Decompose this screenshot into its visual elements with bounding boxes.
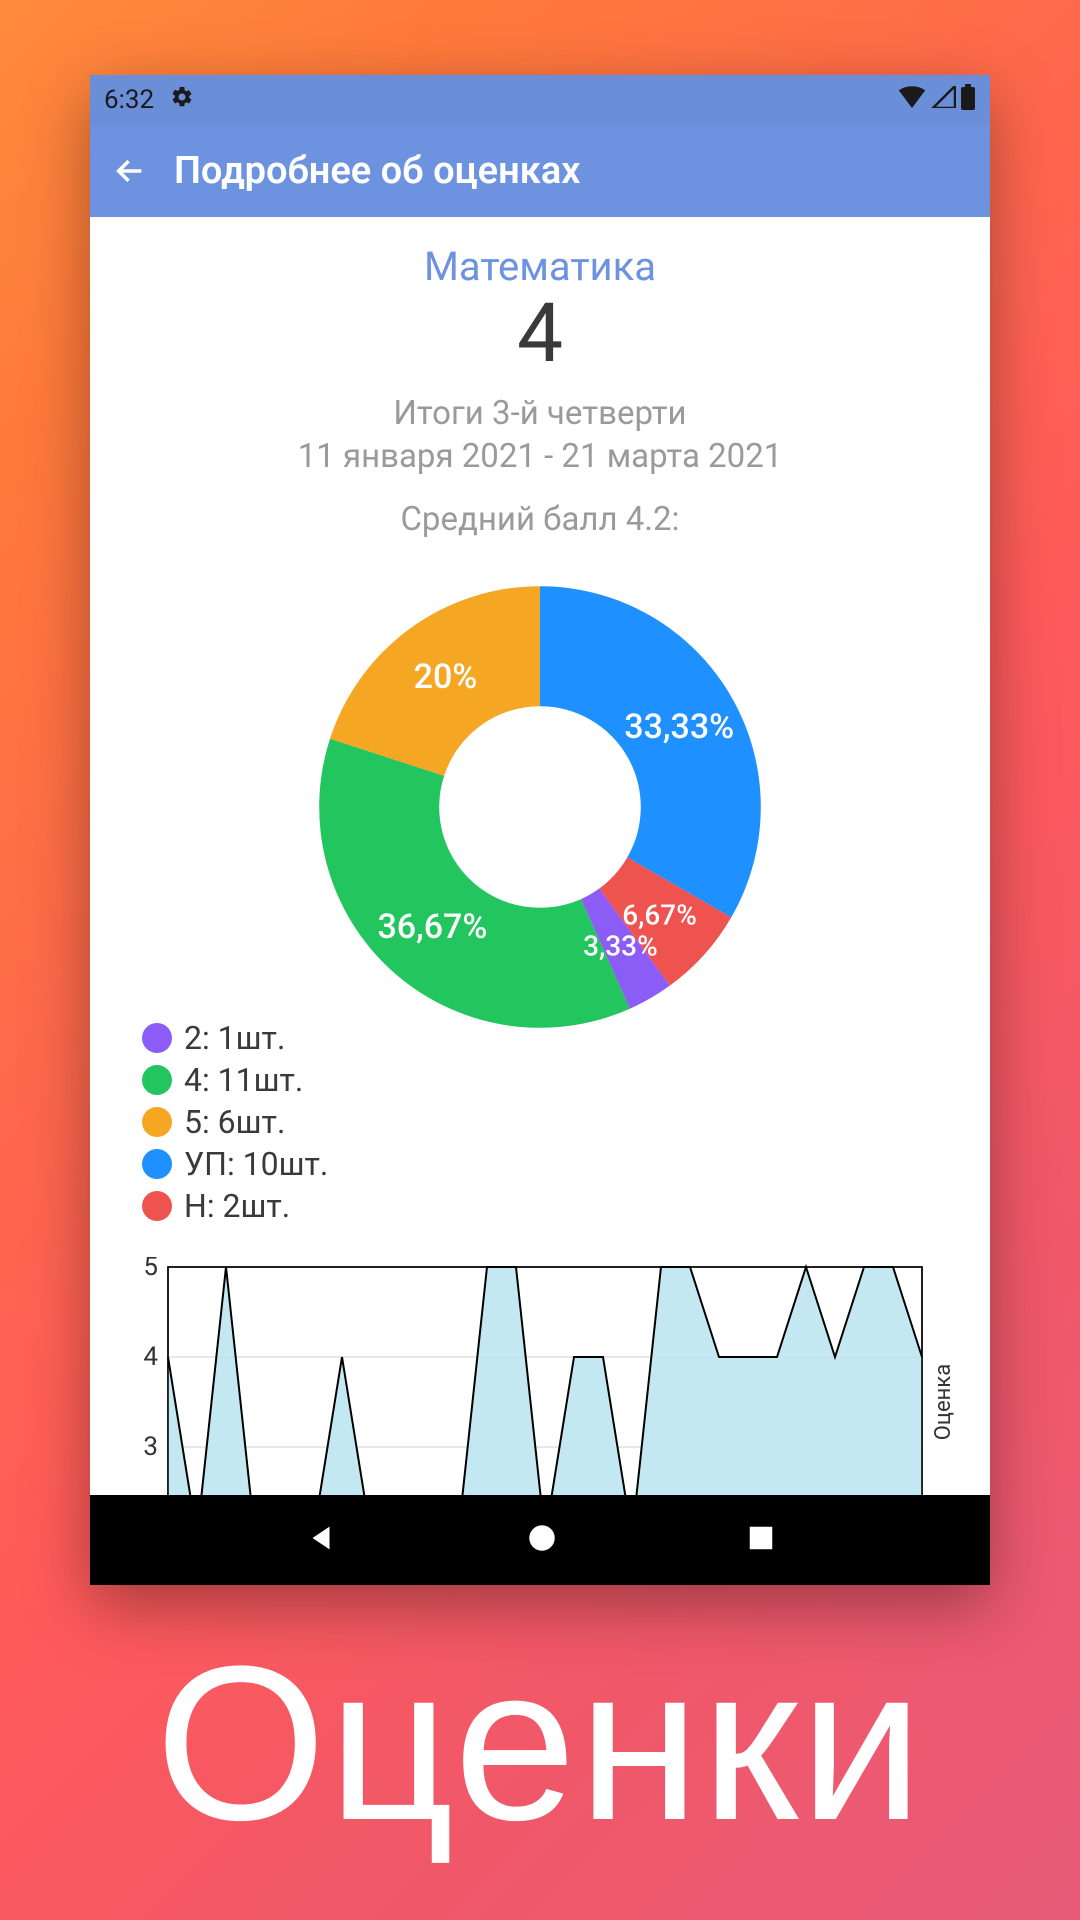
legend-row: УП: 10шт.	[142, 1145, 328, 1183]
legend-row: 5: 6шт.	[142, 1103, 328, 1141]
battery-icon	[960, 84, 976, 117]
donut-legend: 2: 1шт. 4: 11шт. 5: 6шт. УП: 10шт. Н: 2шт.	[142, 1019, 328, 1229]
legend-row: Н: 2шт.	[142, 1187, 328, 1225]
donut-chart: 33,33% 6,67%3,33% 36,67% 20%	[300, 567, 780, 1047]
gear-icon	[170, 85, 194, 116]
legend-swatch	[142, 1107, 172, 1137]
subject-name: Математика	[424, 243, 656, 290]
average-score-label: Средний балл 4.2:	[400, 500, 679, 539]
content-area: Математика 4 Итоги 3-й четверти 11 январ…	[90, 217, 990, 1495]
nav-recent-icon[interactable]	[746, 1523, 776, 1557]
date-range: 11 января 2021 - 21 марта 2021	[298, 437, 783, 476]
wifi-icon	[898, 85, 926, 115]
quarter-summary: Итоги 3-й четверти	[393, 394, 686, 433]
line-chart: 5432Оценка	[124, 1257, 956, 1495]
legend-swatch	[142, 1191, 172, 1221]
final-grade: 4	[517, 286, 563, 382]
legend-label: 5: 6шт.	[184, 1103, 285, 1141]
app-bar: Подробнее об оценках	[90, 125, 990, 217]
donut-slice-label: 36,67%	[377, 907, 487, 947]
status-bar: 6:32	[90, 75, 990, 125]
svg-text:3: 3	[143, 1432, 158, 1462]
svg-text:5: 5	[143, 1257, 158, 1282]
legend-swatch	[142, 1023, 172, 1053]
legend-label: 4: 11шт.	[184, 1061, 303, 1099]
donut-slice-label: 20%	[414, 657, 478, 697]
back-button[interactable]	[110, 151, 150, 191]
phone-frame: 6:32 Подробнее об оценках Математика 4 И…	[90, 75, 990, 1585]
donut-slice-label: 3,33%	[583, 930, 658, 963]
cell-signal-icon	[930, 85, 956, 115]
legend-label: УП: 10шт.	[184, 1145, 328, 1183]
nav-back-icon[interactable]	[304, 1521, 338, 1559]
legend-label: 2: 1шт.	[184, 1019, 285, 1057]
page-title: Подробнее об оценках	[174, 149, 581, 193]
legend-row: 4: 11шт.	[142, 1061, 328, 1099]
donut-slice-label: 6,67%	[622, 898, 697, 931]
legend-swatch	[142, 1149, 172, 1179]
svg-text:4: 4	[143, 1342, 158, 1372]
nav-home-icon[interactable]	[525, 1521, 559, 1559]
donut-slice	[540, 586, 761, 917]
android-nav-bar	[90, 1495, 990, 1585]
status-time: 6:32	[104, 85, 154, 115]
promo-caption: Оценки	[0, 1617, 1080, 1870]
svg-text:Оценка: Оценка	[931, 1364, 956, 1440]
legend-label: Н: 2шт.	[184, 1187, 290, 1225]
donut-slice	[319, 739, 630, 1028]
legend-swatch	[142, 1065, 172, 1095]
donut-slice-label: 33,33%	[624, 707, 734, 747]
